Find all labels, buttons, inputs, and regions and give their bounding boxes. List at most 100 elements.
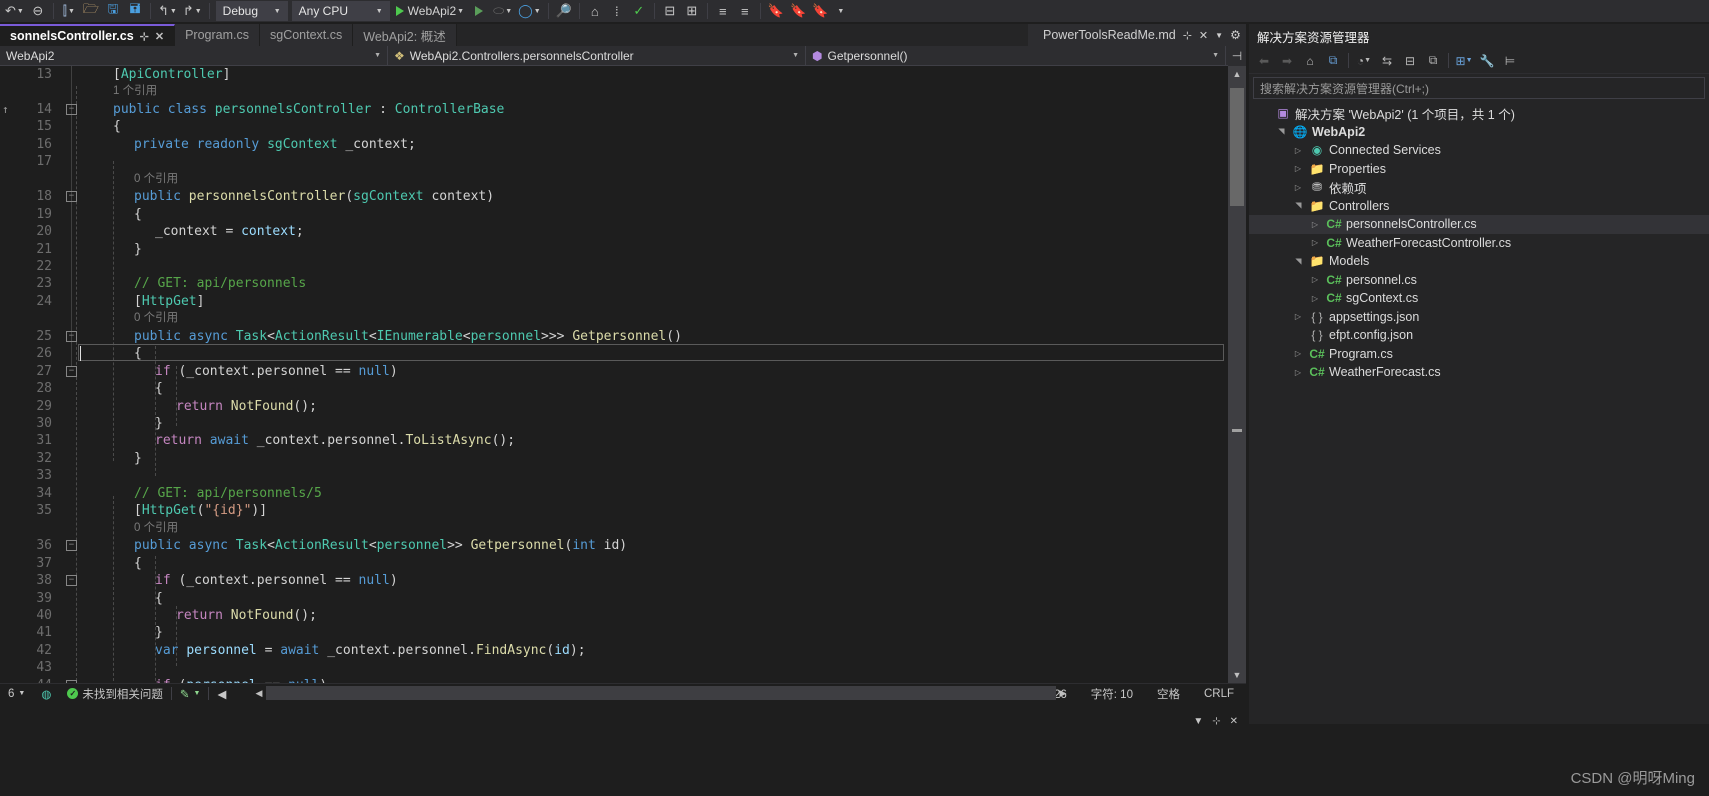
code-line[interactable]: 31 return await _context.personnel.ToList… bbox=[0, 432, 1246, 449]
collapse-all-icon[interactable]: ⊟ bbox=[1399, 50, 1421, 72]
tree-item[interactable]: ▷ ◉ Connected Services bbox=[1249, 141, 1709, 160]
chevron-expanded-icon[interactable]: ◢ bbox=[1277, 125, 1286, 139]
chevron-collapsed-icon[interactable]: ▷ bbox=[1308, 238, 1322, 247]
toolbar-overflow-icon[interactable]: ▼ bbox=[837, 8, 844, 15]
chevron-collapsed-icon[interactable]: ▷ bbox=[1291, 183, 1305, 192]
solution-platform-combo[interactable]: Any CPU ▼ bbox=[291, 1, 390, 21]
scroll-right-icon[interactable]: ▶ bbox=[1056, 686, 1070, 700]
fold-toggle-icon[interactable]: − bbox=[66, 575, 77, 587]
code-line[interactable]: 15 { bbox=[0, 118, 1246, 135]
home-icon[interactable]: ⌂ bbox=[1299, 50, 1321, 72]
navigate-backward-icon[interactable]: ↰ ▼ bbox=[155, 1, 180, 21]
scroll-left-icon[interactable]: ◀ bbox=[252, 686, 266, 700]
tree-item[interactable]: ◢ 📁 Models bbox=[1249, 252, 1709, 271]
reference-count-label[interactable]: 0 个引用 bbox=[134, 171, 178, 188]
previous-bookmark-icon[interactable]: 🔖 bbox=[787, 1, 809, 21]
save-all-icon[interactable]: 🖬 bbox=[124, 1, 146, 21]
chevron-collapsed-icon[interactable]: ▷ bbox=[1308, 220, 1322, 229]
chevron-collapsed-icon[interactable]: ▷ bbox=[1291, 164, 1305, 173]
go-to-definition-icon[interactable]: ⌂ bbox=[584, 1, 606, 21]
tree-item[interactable]: ▷ C# Program.cs bbox=[1249, 345, 1709, 364]
code-line[interactable]: 21} bbox=[0, 241, 1246, 258]
chevron-collapsed-icon[interactable]: ▷ bbox=[1308, 294, 1322, 303]
start-without-debugging-icon[interactable] bbox=[468, 1, 490, 21]
navbar-type-dropdown[interactable]: ❖ WebApi2.Controllers.personnelsControll… bbox=[388, 45, 806, 66]
hot-reload-icon[interactable]: ⬭ ▼ bbox=[490, 1, 515, 21]
next-bookmark-icon[interactable]: 🔖 bbox=[809, 1, 831, 21]
comment-selection-icon[interactable]: ⊟ bbox=[659, 1, 681, 21]
fold-toggle-icon[interactable]: − bbox=[66, 540, 77, 552]
close-icon[interactable]: ✕ bbox=[155, 30, 164, 43]
code-line[interactable]: 43 bbox=[0, 659, 1246, 676]
code-line[interactable]: 18 − public personnelsController(sgContext… bbox=[0, 188, 1246, 205]
code-line[interactable]: 25 − public async Task<ActionResult<IEnume… bbox=[0, 328, 1246, 345]
reference-count-label[interactable]: 1 个引用 bbox=[113, 83, 157, 100]
status-left-number[interactable]: 6 ▼ bbox=[0, 688, 33, 700]
save-icon[interactable]: 🖫 bbox=[102, 1, 124, 21]
pin-icon[interactable]: ⊹ bbox=[140, 30, 149, 43]
chevron-collapsed-icon[interactable]: ▷ bbox=[1308, 275, 1322, 284]
open-file-icon[interactable]: 🗁 bbox=[80, 1, 102, 21]
code-line[interactable]: 16 private readonly sgContext _context; bbox=[0, 136, 1246, 153]
chevron-collapsed-icon[interactable]: ▷ bbox=[1291, 146, 1305, 155]
preview-icon[interactable]: ⊨ bbox=[1499, 50, 1521, 72]
navbar-member-dropdown[interactable]: ⬢ Getpersonnel() ▼ bbox=[806, 45, 1226, 66]
forward-icon[interactable]: ➡ bbox=[1276, 50, 1298, 72]
scrollbar-thumb[interactable] bbox=[1230, 88, 1244, 206]
chevron-collapsed-icon[interactable]: ▷ bbox=[1291, 368, 1305, 377]
chevron-down-icon[interactable]: ▼ bbox=[194, 690, 201, 697]
scroll-up-icon[interactable]: ▲ bbox=[1228, 66, 1246, 82]
chevron-expanded-icon[interactable]: ◢ bbox=[1294, 199, 1303, 213]
code-line[interactable]: 36 − public async Task<ActionResult<person… bbox=[0, 537, 1246, 554]
editor-vertical-scrollbar[interactable]: ▲ ▼ bbox=[1228, 66, 1246, 683]
chevron-collapsed-icon[interactable]: ▷ bbox=[1291, 349, 1305, 358]
tree-item[interactable]: ▷ ⛃ 依赖项 bbox=[1249, 178, 1709, 197]
code-line[interactable]: 33 bbox=[0, 467, 1246, 484]
search-in-files-icon[interactable]: 🔎 bbox=[553, 1, 575, 21]
redo-icon[interactable]: ⊖ bbox=[27, 1, 49, 21]
refresh-icon[interactable]: ⇆ bbox=[1376, 50, 1398, 72]
solution-explorer-search[interactable]: 搜索解决方案资源管理器(Ctrl+;) bbox=[1253, 77, 1705, 99]
decrease-indent-icon[interactable]: ≡ bbox=[734, 1, 756, 21]
fold-toggle-icon[interactable]: − bbox=[66, 103, 77, 115]
code-line[interactable]: 24 [HttpGet] bbox=[0, 293, 1246, 310]
tree-item[interactable]: { } efpt.config.json bbox=[1249, 326, 1709, 345]
fold-toggle-icon[interactable]: − bbox=[66, 365, 77, 377]
code-line[interactable]: 28 { bbox=[0, 380, 1246, 397]
code-editor[interactable]: 13 [ApiController] 1 个引用 14 ↑ − public class p… bbox=[0, 66, 1246, 683]
navbar-project-dropdown[interactable]: WebApi2 ▼ bbox=[0, 45, 388, 66]
code-line[interactable]: 20 _context = context; bbox=[0, 223, 1246, 240]
solution-explorer-tree[interactable]: ▣ 解决方案 'WebApi2' (1 个项目，共 1 个) ◢ 🌐 WebApi2 ▷ ◉… bbox=[1249, 102, 1709, 382]
pin-icon[interactable]: ⊹ bbox=[1212, 716, 1220, 727]
show-all-files-icon[interactable]: ⧉ bbox=[1422, 50, 1444, 72]
code-line[interactable]: 17 bbox=[0, 153, 1246, 170]
navigate-forward-icon[interactable]: ↱ ▼ bbox=[180, 1, 205, 21]
editor-horizontal-scrollbar[interactable]: ◀ ▶ bbox=[256, 686, 1066, 700]
code-line[interactable]: 14 ↑ − public class personnelsController : … bbox=[0, 101, 1246, 118]
code-line[interactable]: 32} bbox=[0, 450, 1246, 467]
tree-item[interactable]: ▷ { } appsettings.json bbox=[1249, 308, 1709, 327]
status-prev-icon[interactable]: ◀ bbox=[209, 687, 234, 701]
tree-item[interactable]: ▷ C# WeatherForecast.cs bbox=[1249, 363, 1709, 382]
toggle-bookmark-icon[interactable]: 🔖 bbox=[765, 1, 787, 21]
back-icon[interactable]: ⬅ bbox=[1253, 50, 1275, 72]
reference-count-label[interactable]: 0 个引用 bbox=[134, 520, 178, 537]
status-issues[interactable]: ✓ 未找到相关问题 bbox=[59, 686, 171, 702]
sync-with-active-document-icon[interactable]: ⧉ bbox=[1322, 50, 1344, 72]
uncomment-selection-icon[interactable]: ⊞ bbox=[681, 1, 703, 21]
code-line[interactable]: 19 { bbox=[0, 206, 1246, 223]
code-line[interactable]: 26 { bbox=[0, 345, 1246, 362]
tree-item[interactable]: ◢ 🌐 WebApi2 bbox=[1249, 123, 1709, 142]
status-pencil-icon[interactable]: ✎ ▼ bbox=[172, 687, 209, 701]
fold-toggle-icon[interactable]: − bbox=[66, 191, 77, 203]
code-line[interactable]: 41} bbox=[0, 624, 1246, 641]
code-line[interactable]: 40 return NotFound(); bbox=[0, 607, 1246, 624]
tab-sgcontext[interactable]: sgContext.cs bbox=[260, 24, 354, 46]
code-line[interactable]: 27 − if (_context.personnel == null) bbox=[0, 363, 1246, 380]
reference-count-label[interactable]: 0 个引用 bbox=[134, 310, 178, 327]
view-designer-icon[interactable]: ⊞ ▼ bbox=[1453, 50, 1475, 72]
tree-item-selected[interactable]: ▷ C# personnelsController.cs bbox=[1249, 215, 1709, 234]
code-line[interactable]: 37 { bbox=[0, 555, 1246, 572]
code-reference-hint[interactable]: 0 个引用 bbox=[0, 310, 1246, 327]
chevron-down-icon[interactable]: ▼ bbox=[18, 690, 25, 697]
